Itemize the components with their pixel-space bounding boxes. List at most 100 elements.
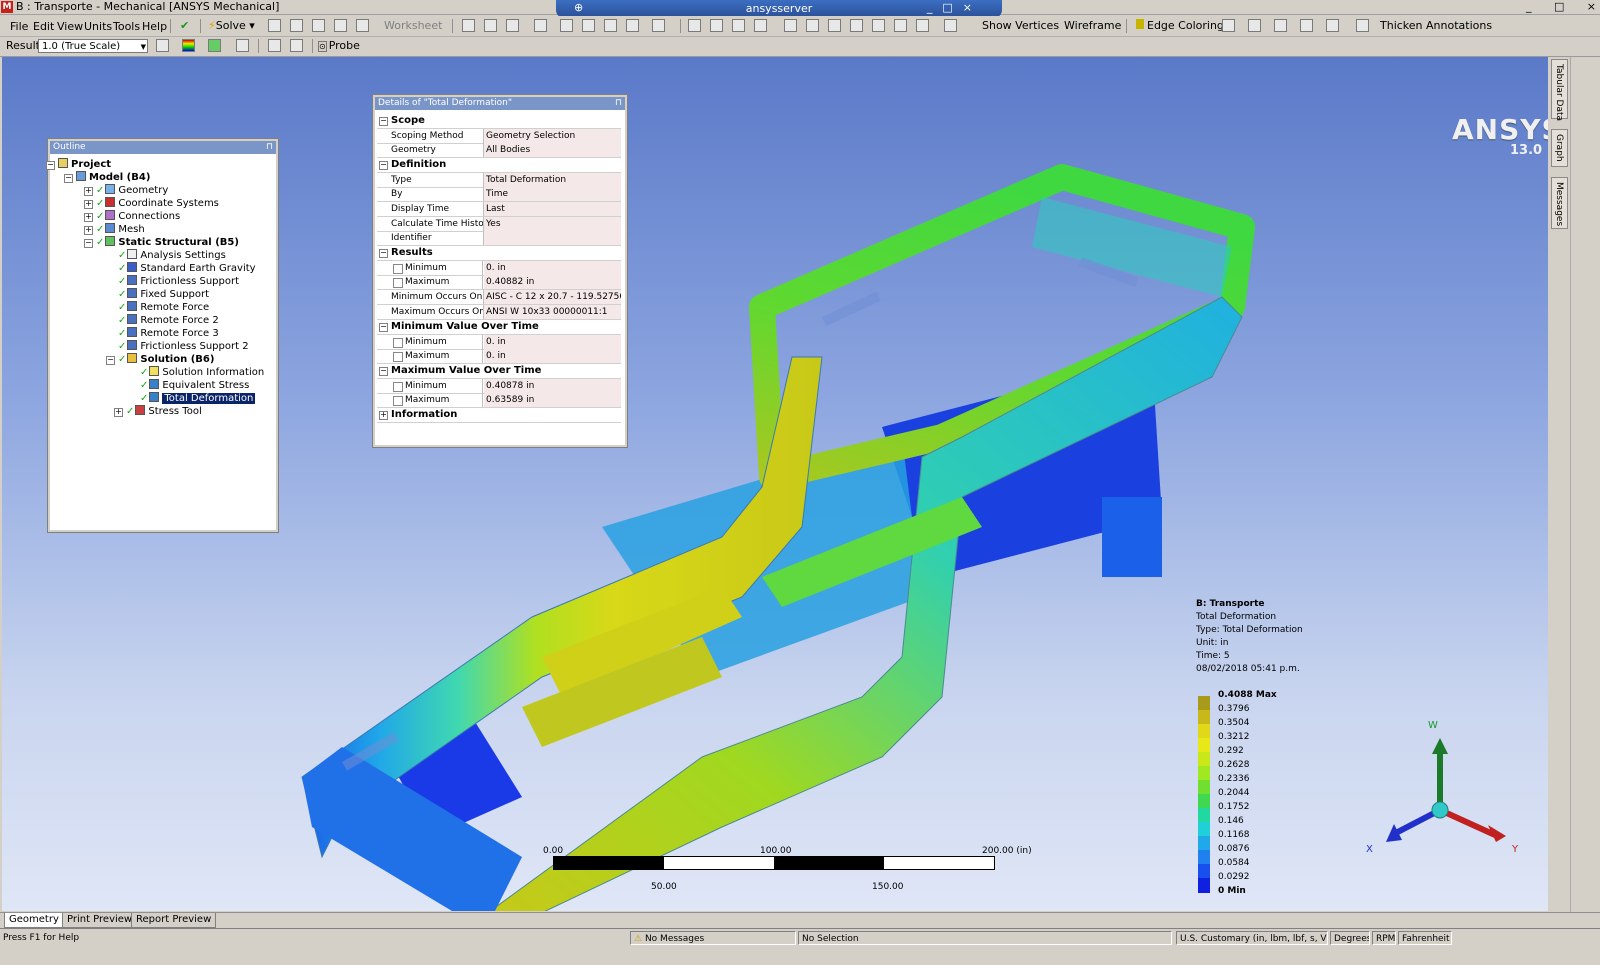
solve-button[interactable]: ⚡Solve ▾ — [208, 19, 255, 33]
axis-triad[interactable]: W Y X — [1360, 720, 1540, 860]
filter-face-icon[interactable] — [604, 19, 617, 32]
row-by[interactable]: By Time — [377, 187, 621, 202]
toolbar-icon-2[interactable] — [290, 19, 303, 32]
pin-icon[interactable]: ⊓ — [266, 141, 273, 154]
collapse-icon[interactable]: − — [84, 239, 93, 248]
outline-node[interactable]: ✓ Static Structural (B5) — [96, 236, 239, 249]
row-display-time[interactable]: Display Time Last — [377, 202, 621, 217]
pointer-icon[interactable] — [534, 19, 547, 32]
row-scoping-method[interactable]: Scoping Method Geometry Selection — [377, 129, 621, 144]
row-calculate-time-history[interactable]: Calculate Time History Yes — [377, 217, 621, 232]
status-rpm-unit[interactable]: RPM — [1372, 931, 1396, 945]
wireframe-button[interactable]: Wireframe — [1064, 19, 1121, 33]
row-geometry[interactable]: Geometry All Bodies — [377, 143, 621, 158]
view-icon[interactable] — [652, 19, 665, 32]
result-scale-select[interactable]: 1.0 (True Scale) ▼ — [38, 39, 148, 53]
row-results-minimum[interactable]: Minimum 0. in — [377, 261, 621, 276]
row-results-maximum[interactable]: Maximum 0.40882 in — [377, 275, 621, 290]
zoom-fit-icon[interactable] — [784, 19, 797, 32]
outline-node[interactable]: ✓ Solution Information — [140, 366, 264, 379]
expand-icon[interactable]: + — [84, 200, 93, 209]
status-unit-system[interactable]: U.S. Customary (in, lbm, lbf, s, V, A) — [1176, 931, 1328, 945]
rotate-icon[interactable] — [688, 19, 701, 32]
check-icon[interactable]: ✔ — [180, 19, 189, 33]
menu-view[interactable]: View — [57, 20, 83, 33]
collapse-icon[interactable]: − — [106, 356, 115, 365]
edge-tool-icon-2[interactable] — [1248, 19, 1261, 32]
tab-report-preview[interactable]: Report Preview — [131, 913, 217, 928]
tab-geometry[interactable]: Geometry — [4, 913, 64, 928]
toolbar-icon-1[interactable] — [268, 19, 281, 32]
iso-view-icon[interactable] — [916, 19, 929, 32]
show-vertices-button[interactable]: Show Vertices — [982, 19, 1059, 33]
tab-messages[interactable]: Messages — [1551, 177, 1568, 229]
outline-node[interactable]: ✓ Fixed Support — [118, 288, 209, 301]
row-mvot-maximum[interactable]: Maximum 0. in — [377, 349, 621, 364]
filter-vertex-icon[interactable] — [560, 19, 573, 32]
select-mode-icon-2[interactable] — [506, 19, 519, 32]
section-minimum-value-over-time[interactable]: − Minimum Value Over Time — [377, 320, 621, 335]
expand-icon[interactable]: + — [84, 226, 93, 235]
min-label-icon[interactable] — [290, 39, 303, 52]
vector-icon[interactable] — [236, 39, 249, 52]
close-button[interactable]: × — [1587, 0, 1596, 14]
expand-icon[interactable]: + — [84, 213, 93, 222]
outline-node[interactable]: ✓ Coordinate Systems — [96, 197, 219, 210]
section-information[interactable]: + Information — [377, 408, 621, 423]
outline-node[interactable]: Model (B4) — [76, 171, 150, 184]
expand-icon[interactable]: + — [84, 187, 93, 196]
collapse-icon[interactable]: − — [64, 174, 73, 183]
worksheet-button[interactable]: Worksheet — [384, 19, 442, 33]
edge-tool-icon-4[interactable] — [1300, 19, 1313, 32]
max-label-icon[interactable] — [268, 39, 281, 52]
menu-help[interactable]: Help — [142, 20, 167, 33]
tab-graph[interactable]: Graph — [1551, 129, 1568, 167]
pan-icon[interactable] — [710, 19, 723, 32]
outline-node[interactable]: ✓ Standard Earth Gravity — [118, 262, 256, 275]
outline-node[interactable]: ✓ Connections — [96, 210, 180, 223]
thicken-annotations-button[interactable]: Thicken Annotations — [1380, 19, 1492, 33]
zoom-in-icon[interactable] — [806, 19, 819, 32]
remote-session-controls[interactable]: _□× — [927, 1, 982, 14]
edge-tool-icon-5[interactable] — [1326, 19, 1339, 32]
section-scope[interactable]: − Scope — [377, 114, 621, 129]
next-view-icon[interactable] — [894, 19, 907, 32]
minimize-button[interactable]: _ — [1526, 0, 1532, 14]
edges-display-icon[interactable] — [208, 39, 221, 52]
toolbar-icon-5[interactable] — [356, 19, 369, 32]
previous-view-icon[interactable] — [872, 19, 885, 32]
select-mode-icon[interactable] — [484, 19, 497, 32]
filter-edge-icon[interactable] — [582, 19, 595, 32]
box-zoom-icon[interactable] — [754, 19, 767, 32]
outline-node[interactable]: ✓ Mesh — [96, 223, 145, 236]
collapse-icon[interactable]: − — [46, 161, 55, 170]
status-temp-unit[interactable]: Fahrenheit — [1398, 931, 1452, 945]
status-messages[interactable]: ⚠ No Messages — [630, 931, 796, 945]
app-icon[interactable]: M — [1, 1, 13, 13]
section-maximum-value-over-time[interactable]: − Maximum Value Over Time — [377, 364, 621, 379]
row-minimum-occurs-on[interactable]: Minimum Occurs On AISC - C 12 x 20.7 - 11… — [377, 290, 621, 305]
menu-units[interactable]: Units — [84, 20, 112, 33]
outline-node[interactable]: ✓ Analysis Settings — [118, 249, 226, 262]
display-geometry-icon[interactable] — [156, 39, 169, 52]
outline-node[interactable]: Project — [58, 158, 111, 171]
row-identifier[interactable]: Identifier — [377, 231, 621, 246]
maximize-button[interactable]: □ — [1554, 0, 1564, 14]
pin-icon[interactable]: ⊓ — [615, 97, 622, 110]
outline-node[interactable]: ✓ Frictionless Support — [118, 275, 239, 288]
expand-icon[interactable]: + — [114, 408, 123, 417]
section-definition[interactable]: − Definition — [377, 158, 621, 173]
toolbar-icon-3[interactable] — [312, 19, 325, 32]
outline-node[interactable]: ✓ Remote Force — [118, 301, 209, 314]
section-results[interactable]: − Results — [377, 246, 621, 261]
status-angle-unit[interactable]: Degrees — [1330, 931, 1370, 945]
row-xvot-minimum[interactable]: Minimum 0.40878 in — [377, 379, 621, 394]
probe-button[interactable]: ⊙ Probe — [318, 39, 360, 53]
edge-coloring-button[interactable]: Edge Coloring ▾ — [1136, 19, 1233, 33]
row-xvot-maximum[interactable]: Maximum 0.63589 in — [377, 393, 621, 408]
select-icon[interactable] — [462, 19, 475, 32]
magnifier-icon[interactable] — [850, 19, 863, 32]
outline-node[interactable]: ✓ Frictionless Support 2 — [118, 340, 249, 353]
tab-tabular-data[interactable]: Tabular Data — [1551, 59, 1568, 121]
edge-tool-icon-1[interactable] — [1222, 19, 1235, 32]
